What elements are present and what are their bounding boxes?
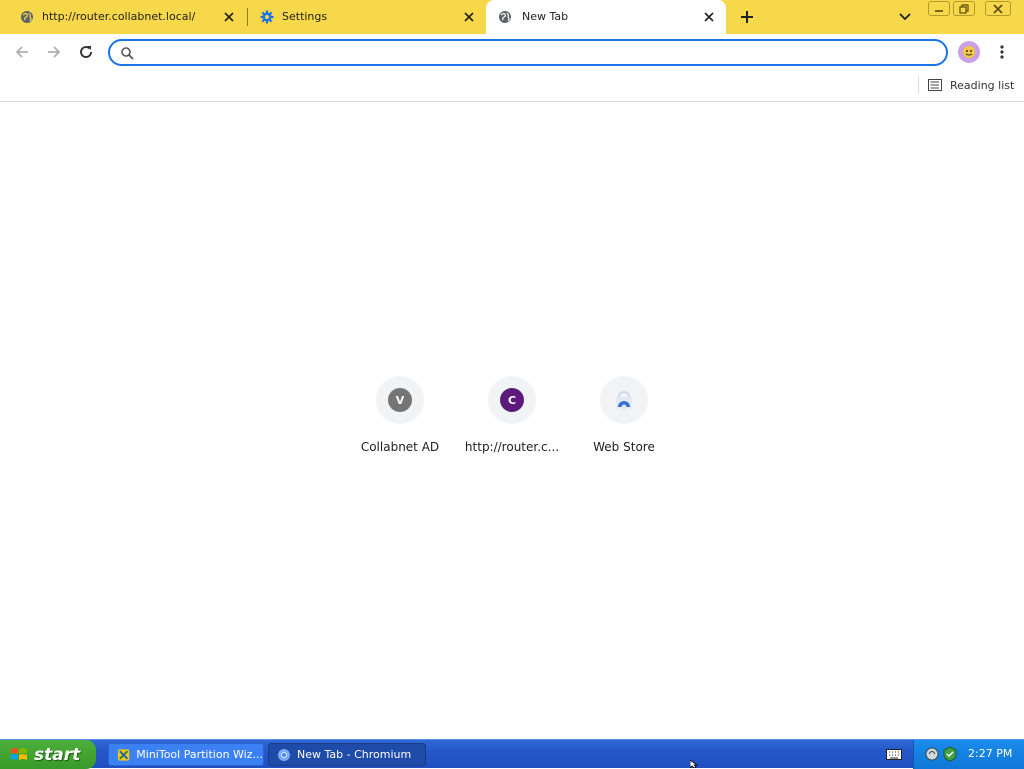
minitool-icon xyxy=(117,748,130,761)
bookmarks-divider xyxy=(918,76,919,94)
tab-title: Settings xyxy=(282,10,328,23)
close-icon xyxy=(993,3,1003,14)
omnibox[interactable] xyxy=(108,39,948,66)
reading-list-icon xyxy=(928,79,942,91)
restore-icon xyxy=(959,3,969,14)
forward-button[interactable] xyxy=(42,40,66,64)
taskbar-item-minitool[interactable]: MiniTool Partition Wiz... xyxy=(108,743,264,766)
close-icon[interactable] xyxy=(462,10,476,24)
tab-title: http://router.collabnet.local/ xyxy=(42,10,196,23)
back-button[interactable] xyxy=(10,40,34,64)
tab-title: New Tab xyxy=(522,10,569,23)
minimize-icon xyxy=(935,9,943,12)
new-tab-button[interactable] xyxy=(736,6,758,28)
shortcut-icon-bg xyxy=(600,376,648,424)
network-icon[interactable] xyxy=(924,746,940,762)
shortcut-letter-icon: C xyxy=(500,388,524,412)
reload-icon xyxy=(80,46,92,58)
shortcut-label: Web Store xyxy=(593,440,655,454)
taskbar: start MiniTool Partition Wiz... New Tab … xyxy=(0,739,1024,769)
windows-logo-icon xyxy=(11,747,27,760)
tab-new-tab[interactable]: New Tab xyxy=(486,0,726,34)
toolbar xyxy=(0,34,1024,70)
shortcut-tile[interactable]: Web Store xyxy=(568,376,680,466)
shortcut-letter-icon: V xyxy=(388,388,412,412)
close-icon[interactable] xyxy=(222,10,236,24)
webstore-icon xyxy=(616,391,632,409)
gear-icon xyxy=(260,10,274,24)
tab-search-button[interactable] xyxy=(895,8,915,26)
taskbar-item-label: MiniTool Partition Wiz... xyxy=(136,748,263,761)
close-icon[interactable] xyxy=(702,10,716,24)
reading-list-label: Reading list xyxy=(950,78,1015,92)
arrow-left-icon xyxy=(15,46,28,58)
avatar-icon xyxy=(963,46,975,58)
reload-button[interactable] xyxy=(74,40,98,64)
clock: 2:27 PM xyxy=(968,747,1013,760)
plus-icon xyxy=(741,11,753,23)
shortcut-icon-bg: V xyxy=(376,376,424,424)
tab-router[interactable]: http://router.collabnet.local/ xyxy=(0,0,248,34)
start-button[interactable]: start xyxy=(0,740,96,769)
arrow-right-icon xyxy=(48,46,61,58)
restore-button[interactable] xyxy=(953,1,975,16)
close-window-button[interactable] xyxy=(985,1,1011,16)
system-tray: 2:27 PM xyxy=(913,740,1024,769)
minimize-button[interactable] xyxy=(928,1,950,16)
taskbar-item-label: New Tab - Chromium xyxy=(297,748,412,761)
globe-icon xyxy=(21,11,33,23)
address-input[interactable] xyxy=(142,44,932,62)
shortcut-label: http://router.c... xyxy=(464,440,560,454)
globe-icon xyxy=(499,11,511,23)
search-icon xyxy=(121,47,134,60)
keyboard-icon[interactable] xyxy=(886,747,902,761)
taskbar-item-chromium[interactable]: New Tab - Chromium xyxy=(268,743,426,766)
chevron-down-icon xyxy=(899,13,911,21)
menu-button[interactable] xyxy=(992,41,1012,63)
shortcut-label: Collabnet AD xyxy=(360,440,440,454)
chromium-icon xyxy=(278,748,290,761)
shortcut-tile[interactable]: V Collabnet AD xyxy=(344,376,456,466)
start-label: start xyxy=(34,744,81,765)
mouse-cursor-icon xyxy=(690,760,699,768)
shortcut-icon-bg: C xyxy=(488,376,536,424)
shortcut-tile[interactable]: C http://router.c... xyxy=(456,376,568,466)
reading-list-button[interactable]: Reading list xyxy=(928,75,1014,95)
tab-settings[interactable]: Settings xyxy=(240,0,488,34)
profile-avatar[interactable] xyxy=(958,41,980,63)
bookmarks-bar: Reading list xyxy=(0,70,1024,102)
tab-strip: http://router.collabnet.local/ Settings … xyxy=(0,0,1024,34)
security-shield-icon[interactable] xyxy=(942,746,958,762)
more-vert-icon xyxy=(1000,45,1004,59)
